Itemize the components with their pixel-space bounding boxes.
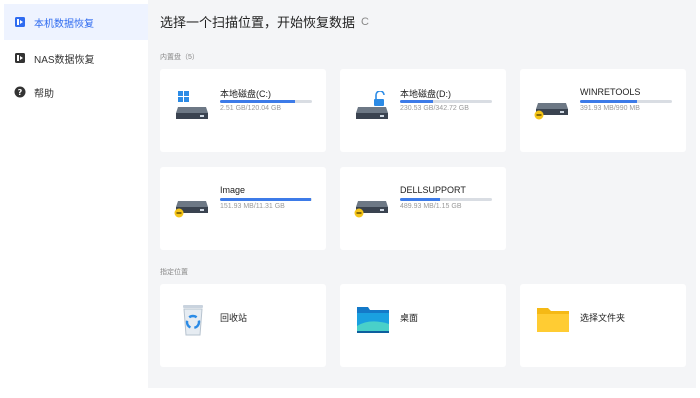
location-name: 桌面 [400, 313, 419, 323]
page-title: 选择一个扫描位置，开始恢复数据 C [160, 12, 369, 31]
drive-size: 151.93 MB/11.31 GB [220, 203, 285, 210]
drive-usage-fill [400, 198, 441, 201]
drives-section-label: 内置盘（5） [160, 54, 199, 61]
drive-warning-icon [354, 189, 390, 218]
location-card-choose-folder[interactable]: 选择文件夹 [520, 284, 686, 367]
sidebar-item-label: 帮助 [34, 88, 54, 100]
drive-size: 2.51 GB/120.04 GB [220, 105, 282, 112]
folder-icon [536, 304, 570, 336]
drive-usage-fill [220, 100, 295, 103]
drive-usage-fill [580, 100, 638, 103]
refresh-icon[interactable]: C [361, 16, 369, 28]
drive-name: DELLSUPPORT [400, 185, 466, 195]
sidebar-item-label: 本机数据恢复 [34, 18, 94, 30]
drive-card-image[interactable]: Image 151.93 MB/11.31 GB [160, 167, 326, 250]
drive-usage-bar [400, 100, 492, 103]
sidebar-item-local-recovery[interactable]: 本机数据恢复 [4, 4, 148, 40]
drive-usage-bar [220, 100, 312, 103]
app-window: 本机数据恢复 NAS数据恢复 ? 帮助 选择一个扫描位置，开始恢复数据 C 内置… [4, 0, 696, 388]
sidebar-item-label: NAS数据恢复 [34, 54, 95, 66]
location-name: 选择文件夹 [580, 313, 626, 323]
local-recovery-icon [14, 16, 26, 28]
drive-usage-fill [220, 198, 312, 201]
recycle-bin-icon [176, 304, 210, 336]
drive-size: 489.93 MB/1.15 GB [400, 203, 462, 210]
drive-usage-bar [220, 198, 312, 201]
drive-card-d[interactable]: 本地磁盘(D:) 230.53 GB/342.72 GB [340, 69, 506, 152]
windows-system-drive-icon [174, 91, 210, 119]
nas-recovery-icon [14, 52, 26, 64]
svg-text:?: ? [18, 88, 23, 97]
drive-card-winretools[interactable]: WINRETOOLS 391.93 MB/990 MB [520, 69, 686, 152]
locations-section-label: 指定位置 [160, 269, 188, 276]
drive-name: WINRETOOLS [580, 87, 641, 97]
drive-card-dellsupport[interactable]: DELLSUPPORT 489.93 MB/1.15 GB [340, 167, 506, 250]
sidebar-item-help[interactable]: ? 帮助 [4, 74, 148, 110]
drive-unlocked-icon [354, 90, 390, 119]
drive-usage-bar [400, 198, 492, 201]
help-icon: ? [14, 86, 26, 98]
drive-card-c[interactable]: 本地磁盘(C:) 2.51 GB/120.04 GB [160, 69, 326, 152]
drive-name: 本地磁盘(C:) [220, 89, 271, 99]
location-card-recycle-bin[interactable]: 回收站 [160, 284, 326, 367]
location-card-desktop[interactable]: 桌面 [340, 284, 506, 367]
drive-usage-fill [400, 100, 434, 103]
drive-name: Image [220, 185, 246, 195]
drive-warning-icon [534, 91, 570, 120]
main-panel: 选择一个扫描位置，开始恢复数据 C 内置盘（5） 本地磁盘(C:) 2.51 G… [148, 0, 696, 388]
drive-warning-icon [174, 189, 210, 218]
drive-size: 230.53 GB/342.72 GB [400, 105, 469, 112]
desktop-icon [356, 304, 390, 336]
drive-size: 391.93 MB/990 MB [580, 105, 640, 112]
drive-name: 本地磁盘(D:) [400, 89, 451, 99]
location-name: 回收站 [220, 313, 248, 323]
sidebar: 本机数据恢复 NAS数据恢复 ? 帮助 [4, 0, 148, 388]
page-title-text: 选择一个扫描位置，开始恢复数据 [160, 15, 356, 30]
drive-usage-bar [580, 100, 672, 103]
sidebar-item-nas-recovery[interactable]: NAS数据恢复 [4, 40, 148, 76]
